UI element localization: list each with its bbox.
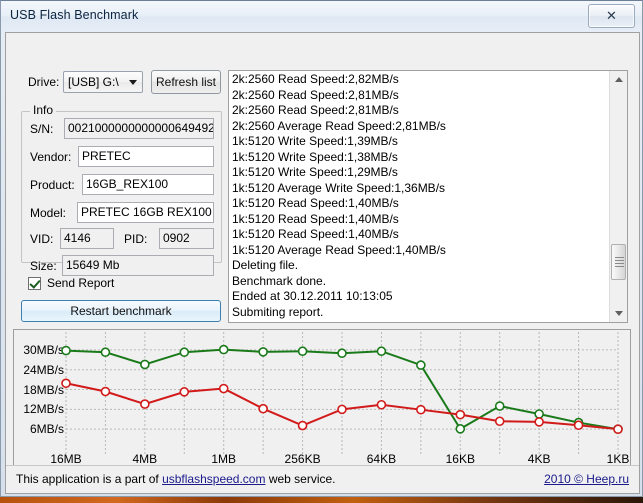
chart-data-point [179,347,190,358]
chart-data-point [218,344,229,355]
y-axis-tick-label: 30MB/s [23,342,64,357]
chart-data-point [297,346,308,357]
size-field[interactable]: 15649 Mb [62,255,214,276]
refresh-list-label: Refresh list [155,75,217,89]
serial-label: S/N: [30,122,54,136]
close-icon: ✕ [606,8,617,24]
info-group-title: Info [30,103,57,117]
vid-label: VID: [30,232,54,246]
x-axis-tick-label: 256KB [284,452,321,466]
x-axis-tick-label: 4MB [132,452,158,466]
serial-field[interactable]: 0021000000000000649492170 [64,118,214,139]
x-axis-tick-label: 1MB [211,452,237,466]
product-label: Product: [30,178,75,192]
chart-data-point [376,346,387,357]
send-report-label: Send Report [47,276,115,290]
vid-field[interactable]: 4146 [60,228,114,249]
x-axis-tick-label: 64KB [366,452,397,466]
restart-benchmark-button[interactable]: Restart benchmark [21,300,221,322]
restart-benchmark-label: Restart benchmark [70,304,172,318]
chart-data-point [140,399,150,409]
status-bar: This application is a part of usbflashsp… [6,465,639,493]
scroll-down-button[interactable] [610,305,627,322]
grip-icon [615,257,624,267]
chevron-up-icon [614,77,623,82]
usbflashspeed-link[interactable]: usbflashspeed.com [162,472,265,486]
chart-data-point [534,417,544,427]
desktop-background [0,497,643,503]
chart-data-point [179,387,190,397]
chart-data-point [613,424,623,434]
x-axis-tick-label: 16MB [50,452,82,466]
y-axis-tick-label: 24MB/s [23,362,64,377]
benchmark-chart: 30MB/s24MB/s18MB/s12MB/s6MB/s 16MB8MB4MB… [13,329,631,487]
chart-data-point [258,347,268,357]
vendor-field[interactable]: PRETEC [78,146,214,167]
chart-data-point [100,347,111,358]
log-text: 2k:2560 Read Speed:2,82MB/s 2k:2560 Read… [232,72,446,322]
chart-data-point [416,360,426,370]
close-button[interactable]: ✕ [588,4,635,28]
footer-suffix: web service. [265,472,336,486]
vendor-label: Vendor: [30,150,72,164]
app-window: USB Flash Benchmark ✕ Drive: [USB] G:\ R… [0,0,643,503]
drive-select[interactable]: [USB] G:\ [63,71,143,93]
drive-label: Drive: [28,75,60,89]
chart-data-point [61,378,71,389]
chart-data-point [376,399,387,410]
pid-field[interactable]: 0902 [159,228,214,249]
chevron-down-icon [129,80,137,85]
chart-plot-area [61,332,623,455]
chart-data-point [337,404,347,415]
footer-text: This application is a part of usbflashsp… [16,472,336,486]
scrollbar-thumb[interactable] [611,244,626,280]
window-title: USB Flash Benchmark [10,8,139,22]
model-field[interactable]: PRETEC 16GB REX100 [77,202,214,223]
x-axis-tick-label: 4KB [527,452,551,466]
chart-data-point [140,359,150,370]
chart-data-point [455,424,466,434]
pid-label: PID: [124,232,148,246]
y-axis-tick-label: 6MB/s [29,422,64,437]
chart-data-point [61,345,71,356]
model-label: Model: [30,206,67,220]
x-axis-tick-label: 1KB [606,452,630,466]
y-axis-tick-label: 12MB/s [23,402,64,417]
footer-prefix: This application is a part of [16,472,163,486]
chart-data-point [455,409,466,420]
chart-data-point [573,420,584,431]
send-report-checkbox[interactable]: Send Report [28,276,114,290]
product-field[interactable]: 16GB_REX100 [82,174,214,195]
size-label: Size: [30,259,57,273]
heep-link[interactable]: 2010 © Heep.ru [544,472,629,486]
chart-data-point [416,404,426,415]
window-frame: USB Flash Benchmark ✕ Drive: [USB] G:\ R… [0,0,643,497]
chart-data-point [337,348,347,359]
drive-selected-value: [USB] G:\ [68,75,119,89]
refresh-list-button[interactable]: Refresh list [151,70,221,94]
chart-data-point [534,409,544,419]
chart-data-point [494,401,505,411]
checkmark-icon [28,276,41,290]
log-output[interactable]: 2k:2560 Read Speed:2,82MB/s 2k:2560 Read… [228,70,628,323]
chart-data-point [100,386,111,397]
chart-data-point [218,383,229,394]
title-bar: USB Flash Benchmark ✕ [1,1,642,31]
chart-data-point [258,403,268,414]
chart-svg [61,332,623,455]
y-axis-tick-label: 18MB/s [23,382,64,397]
chart-data-point [297,420,308,431]
client-area: Drive: [USB] G:\ Refresh list Info S/N: … [5,32,640,494]
footer-copyright: 2010 © Heep.ru [544,472,629,486]
chevron-down-icon [614,311,623,316]
scroll-up-button[interactable] [610,71,627,88]
log-scrollbar[interactable] [609,71,627,322]
x-axis-tick-label: 16KB [445,452,475,466]
chart-data-point [494,416,505,427]
